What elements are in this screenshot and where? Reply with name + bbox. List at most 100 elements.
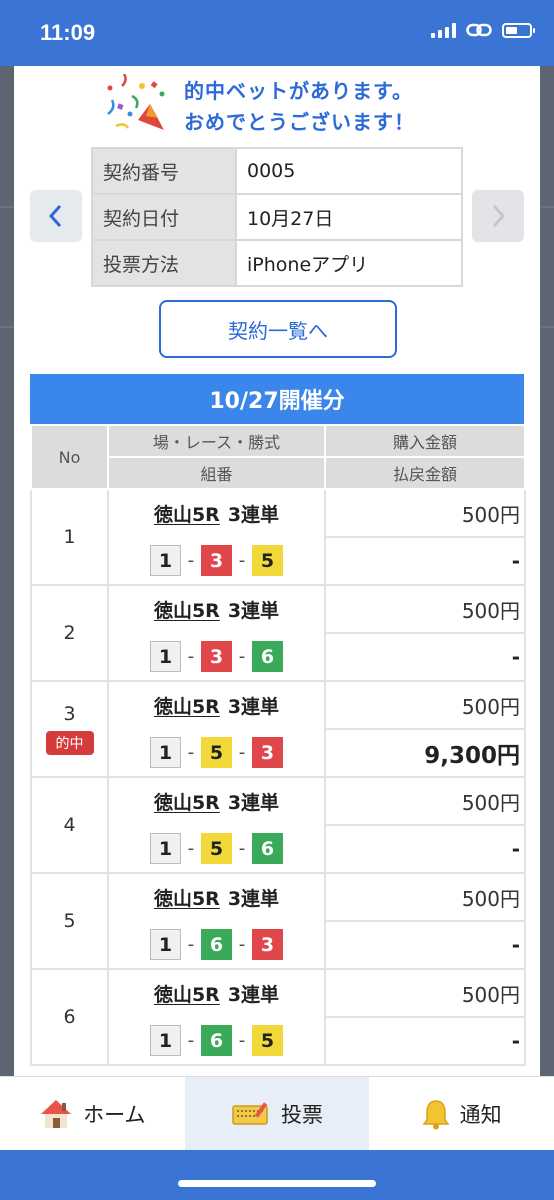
bet-number: 3 — [63, 703, 76, 725]
table-row: 6 徳山5R 3連単 500円 — [30, 968, 526, 1066]
bets-table: No 場・レース・勝式 購入金額 組番 払戻金額 1 徳山5R 3連単 500円 1-3… — [30, 424, 526, 1066]
contract-number-label: 契約番号 — [91, 147, 237, 195]
bet-number: 5 — [63, 910, 76, 932]
race-cell: 徳山5R 3連単 — [107, 968, 326, 1017]
congrats-line1: 的中ベットがあります。 — [184, 79, 413, 103]
contract-list-button[interactable]: 契約一覧へ — [159, 300, 397, 358]
next-contract-button[interactable] — [472, 190, 524, 242]
prev-contract-button[interactable] — [30, 190, 82, 242]
combo-separator: - — [187, 550, 195, 571]
table-row: 1 徳山5R 3連単 500円 — [30, 488, 526, 586]
party-popper-icon — [107, 74, 165, 130]
payout-amount: - — [324, 824, 526, 874]
race-cell: 徳山5R 3連単 — [107, 680, 326, 729]
combo-separator: - — [187, 838, 195, 859]
boat-number-box: 1 — [150, 737, 181, 768]
status-bar: 11:09 — [0, 0, 554, 66]
home-icon — [41, 1099, 72, 1128]
bet-number: 1 — [63, 526, 76, 548]
boat-number-box: 1 — [150, 1025, 181, 1056]
boat-number-box: 1 — [150, 929, 181, 960]
boat-number-box: 3 — [252, 737, 283, 768]
race-link[interactable]: 徳山5R — [154, 984, 220, 1006]
header-amount: 購入金額 — [324, 424, 526, 458]
purchase-amount: 500円 — [324, 680, 526, 730]
contract-number-value: 0005 — [235, 147, 463, 195]
combination: 1-6-5 — [150, 1025, 283, 1056]
contract-date-value: 10月27日 — [235, 193, 463, 241]
combo-cell: 1-5-6 — [107, 825, 326, 874]
combo-cell: 1-3-6 — [107, 633, 326, 682]
tab-home[interactable]: ホーム — [0, 1077, 185, 1150]
bet-type: 3連単 — [227, 984, 280, 1006]
bet-number: 4 — [63, 814, 76, 836]
boat-number-box: 1 — [150, 545, 181, 576]
combo-cell: 1-6-3 — [107, 921, 326, 970]
boat-number-box: 3 — [252, 929, 283, 960]
contract-info-table: 契約番号 0005 契約日付 10月27日 投票方法 iPhoneアプリ — [91, 147, 463, 287]
bet-number: 6 — [63, 1006, 76, 1028]
result-modal: 的中ベットがあります。 おめでとうございます！ 契約番号 0005 契約日付 1… — [14, 66, 540, 1076]
tab-vote[interactable]: 投票 — [184, 1077, 370, 1150]
race-link[interactable]: 徳山5R — [154, 792, 220, 814]
combination: 1-5-6 — [150, 833, 283, 864]
combination: 1-5-3 — [150, 737, 283, 768]
combo-separator: - — [238, 550, 246, 571]
boat-number-box: 5 — [252, 1025, 283, 1056]
home-indicator[interactable] — [178, 1180, 376, 1187]
boat-number-box: 5 — [201, 833, 232, 864]
hit-badge: 的中 — [45, 731, 94, 755]
payout-amount: 9,300円 — [324, 728, 526, 778]
vote-method-label: 投票方法 — [91, 239, 237, 287]
boat-number-box: 6 — [201, 929, 232, 960]
combo-separator: - — [187, 1030, 195, 1051]
table-header-row: No 場・レース・勝式 購入金額 — [30, 424, 526, 490]
tab-notify[interactable]: 通知 — [369, 1077, 554, 1150]
boat-number-box: 5 — [201, 737, 232, 768]
race-link[interactable]: 徳山5R — [154, 504, 220, 526]
link-icon — [466, 23, 492, 37]
purchase-amount: 500円 — [324, 584, 526, 634]
combo-separator: - — [238, 1030, 246, 1051]
race-link[interactable]: 徳山5R — [154, 696, 220, 718]
boat-number-box: 6 — [201, 1025, 232, 1056]
chevron-left-icon — [48, 204, 62, 228]
bottom-tab-bar: ホーム 投票 通知 — [0, 1076, 554, 1150]
combo-separator: - — [238, 646, 246, 667]
header-no: No — [30, 424, 109, 490]
bet-type: 3連単 — [227, 888, 280, 910]
bet-number-cell: 2 — [30, 584, 109, 682]
combo-separator: - — [238, 742, 246, 763]
combo-cell: 1-5-3 — [107, 729, 326, 778]
bet-number-cell: 1 — [30, 488, 109, 586]
boat-number-box: 5 — [252, 545, 283, 576]
combo-separator: - — [187, 742, 195, 763]
combo-cell: 1-3-5 — [107, 537, 326, 586]
bet-type: 3連単 — [227, 792, 280, 814]
status-time: 11:09 — [40, 20, 96, 45]
combo-separator: - — [238, 838, 246, 859]
race-link[interactable]: 徳山5R — [154, 600, 220, 622]
boat-number-box: 3 — [201, 641, 232, 672]
header-payout: 払戻金額 — [324, 456, 526, 490]
bell-icon — [422, 1099, 450, 1129]
payout-amount: - — [324, 1016, 526, 1066]
race-link[interactable]: 徳山5R — [154, 888, 220, 910]
boat-number-box: 1 — [150, 833, 181, 864]
contract-row-method: 投票方法 iPhoneアプリ — [91, 239, 463, 287]
congrats-banner: 的中ベットがあります。 おめでとうございます！ — [102, 72, 482, 142]
payout-amount: - — [324, 632, 526, 682]
status-icons — [431, 22, 535, 38]
header-combo: 組番 — [107, 456, 326, 490]
race-cell: 徳山5R 3連単 — [107, 872, 326, 921]
payout-amount: - — [324, 536, 526, 586]
table-row: 3 的中 徳山5R 3連単 500円 — [30, 680, 526, 778]
combination: 1-6-3 — [150, 929, 283, 960]
purchase-amount: 500円 — [324, 776, 526, 826]
combo-separator: - — [238, 934, 246, 955]
session-header: 10/27開催分 — [30, 374, 524, 424]
header-race: 場・レース・勝式 — [107, 424, 326, 458]
vote-method-value: iPhoneアプリ — [235, 239, 463, 287]
purchase-amount: 500円 — [324, 872, 526, 922]
purchase-amount: 500円 — [324, 488, 526, 538]
